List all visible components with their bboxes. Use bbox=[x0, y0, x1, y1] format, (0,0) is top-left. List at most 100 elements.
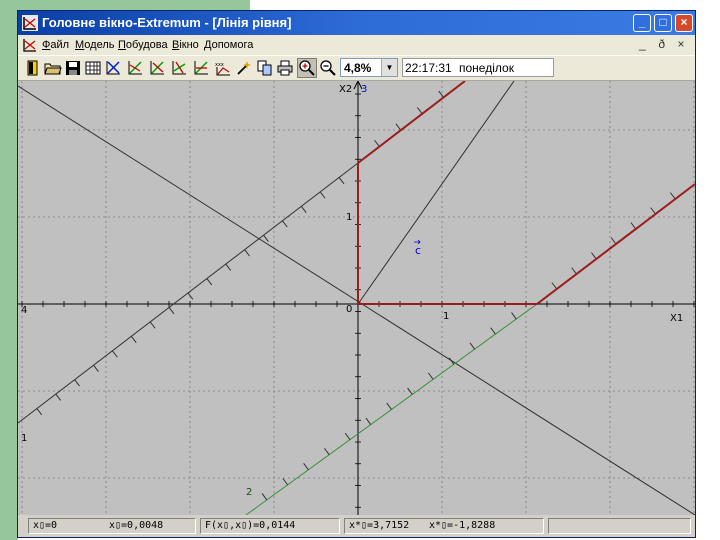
menu-help[interactable]: Допомога bbox=[204, 39, 253, 51]
zoom-out-icon[interactable] bbox=[319, 59, 337, 77]
constraint-hatch-mark bbox=[571, 267, 577, 275]
mdi-controls: _ ð × bbox=[634, 37, 689, 51]
status-x2: x▯=0,0048 bbox=[109, 520, 164, 531]
constraint-hatch-mark bbox=[670, 192, 676, 200]
status-panel-empty bbox=[548, 518, 691, 534]
menu-help-mnemonic: Д bbox=[204, 39, 212, 51]
title-bar[interactable]: Головне вікно-Extremum - [Лінія рівня] _… bbox=[18, 11, 695, 35]
exit-icon[interactable] bbox=[24, 59, 42, 77]
mdi-minimize-button[interactable]: _ bbox=[634, 37, 650, 51]
constraint-hatch-mark bbox=[225, 263, 232, 271]
constraint-hatch-mark bbox=[427, 372, 434, 380]
copy-icon[interactable] bbox=[256, 59, 274, 77]
menu-model[interactable]: Модель bbox=[75, 39, 115, 51]
line-label-4: 4 bbox=[21, 305, 27, 316]
line-label-1: 1 bbox=[21, 433, 27, 444]
boundary-upper bbox=[357, 81, 466, 304]
line-label-2: 2 bbox=[246, 487, 252, 498]
grid-lines bbox=[18, 81, 695, 515]
constraint-hatch-mark bbox=[300, 206, 307, 213]
constraint-hatch-mark bbox=[416, 107, 423, 115]
constraint-hatch-mark bbox=[74, 379, 80, 387]
menu-build[interactable]: Побудова bbox=[118, 39, 168, 51]
background-strip-top bbox=[18, 0, 250, 10]
status-optimum-x2: x*▯=-1,8288 bbox=[429, 520, 496, 531]
constraint-hatch-mark bbox=[438, 90, 444, 98]
grid-icon[interactable] bbox=[84, 59, 102, 77]
axes bbox=[18, 81, 695, 515]
constraint-hatch-mark bbox=[469, 342, 476, 350]
mdi-close-button[interactable]: × bbox=[673, 37, 689, 51]
status-function-value: F(x▯,x▯)=0,0144 bbox=[205, 520, 296, 531]
clock-day: понеділок bbox=[459, 61, 514, 75]
constraint-hatch-mark bbox=[395, 123, 402, 131]
zoom-in-icon[interactable] bbox=[297, 58, 317, 78]
status-panel-optimum: x*▯=3,7152 x*▯=-1,8288 bbox=[344, 518, 544, 534]
constraint-line-3 bbox=[357, 81, 515, 305]
gradient-vector-label: c bbox=[415, 244, 421, 257]
maximize-button[interactable]: □ bbox=[654, 14, 672, 32]
chevron-down-icon[interactable]: ▼ bbox=[381, 59, 397, 76]
menu-file[interactable]: Файл bbox=[42, 39, 69, 51]
level-line-plot[interactable]: X1 X2 0 1 1 1 2 3 4 c bbox=[18, 81, 695, 515]
print-icon[interactable] bbox=[276, 59, 294, 77]
menu-build-mnemonic: П bbox=[118, 39, 126, 51]
close-button[interactable]: × bbox=[675, 14, 693, 32]
constraint-hatch-mark bbox=[551, 282, 558, 290]
menu-window[interactable]: Вікно bbox=[172, 39, 199, 51]
constraint-hatch-mark bbox=[263, 234, 269, 242]
status-bar: x▯=0 x▯=0,0048 F(x▯,x▯)=0,0144 x*▯=3,715… bbox=[18, 515, 695, 537]
constraint-hatch-mark bbox=[93, 364, 99, 372]
constraint-hatch-mark bbox=[319, 191, 326, 199]
menu-model-label: одель bbox=[84, 39, 115, 51]
constraint-hatch-mark bbox=[130, 336, 137, 343]
constraint-hatch-mark bbox=[282, 478, 288, 486]
constraint-hatch-mark bbox=[630, 222, 637, 230]
menu-build-label: обудова bbox=[125, 39, 168, 51]
constraint-hatch-mark bbox=[303, 463, 309, 471]
status-x1: x▯=0 bbox=[33, 520, 58, 531]
minimize-button[interactable]: _ bbox=[633, 14, 651, 32]
chart-tool-4-icon[interactable] bbox=[192, 59, 210, 77]
extremum-tool-icon[interactable]: xxx bbox=[214, 59, 232, 77]
open-folder-icon[interactable] bbox=[44, 59, 62, 77]
chart-tool-1-icon[interactable] bbox=[126, 59, 144, 77]
background-strip bbox=[0, 0, 18, 540]
plot-area[interactable]: X1 X2 0 1 1 1 2 3 4 c bbox=[18, 81, 695, 515]
constraint-hatch-mark bbox=[374, 139, 380, 147]
constraint-hatch-mark bbox=[149, 321, 156, 329]
feasible-region-boundary bbox=[357, 81, 695, 305]
menu-help-label: опомога bbox=[211, 39, 254, 51]
x-axis-label: X1 bbox=[670, 313, 683, 324]
chart-tool-3-icon[interactable] bbox=[170, 59, 188, 77]
constraint-hatch-mark bbox=[490, 327, 496, 335]
x-tick-label-1: 1 bbox=[443, 311, 449, 322]
status-panel-function: F(x▯,x▯)=0,0144 bbox=[200, 518, 340, 534]
menu-bar: Файл Модель Побудова Вікно Допомога _ ð … bbox=[18, 35, 695, 55]
boundary-lower bbox=[358, 183, 695, 305]
constraint-hatch-mark bbox=[650, 207, 656, 215]
app-icon bbox=[22, 15, 38, 31]
zoom-value: 4,8% bbox=[344, 61, 372, 75]
constraint-hatch-mark bbox=[261, 493, 268, 501]
menu-window-label: ікно bbox=[179, 39, 199, 51]
zoom-select[interactable]: 4,8% ▼ bbox=[340, 58, 398, 77]
constraint-hatch-mark bbox=[324, 447, 330, 456]
constraint-hatch-mark bbox=[610, 237, 617, 245]
status-optimum-x1: x*▯=3,7152 bbox=[349, 520, 410, 531]
constraint-hatch-mark bbox=[386, 402, 392, 410]
chart-tool-2-icon[interactable] bbox=[148, 59, 166, 77]
axes-tool-icon[interactable] bbox=[104, 59, 122, 77]
y-tick-label-1: 1 bbox=[346, 212, 352, 223]
window-title: Головне вікно-Extremum - [Лінія рівня] bbox=[42, 15, 292, 30]
save-icon[interactable] bbox=[64, 59, 82, 77]
constraint-hatch-mark bbox=[206, 278, 213, 286]
constraint-line-4 bbox=[18, 85, 695, 515]
constraint-hatch-mark bbox=[591, 252, 597, 260]
mdi-restore-button[interactable]: ð bbox=[654, 37, 670, 51]
svg-text:xxx: xxx bbox=[215, 62, 224, 68]
document-icon[interactable] bbox=[22, 37, 38, 53]
constraint-hatch-mark bbox=[187, 292, 194, 300]
constraint-hatch-mark bbox=[112, 350, 118, 358]
wand-tool-icon[interactable] bbox=[234, 59, 252, 77]
